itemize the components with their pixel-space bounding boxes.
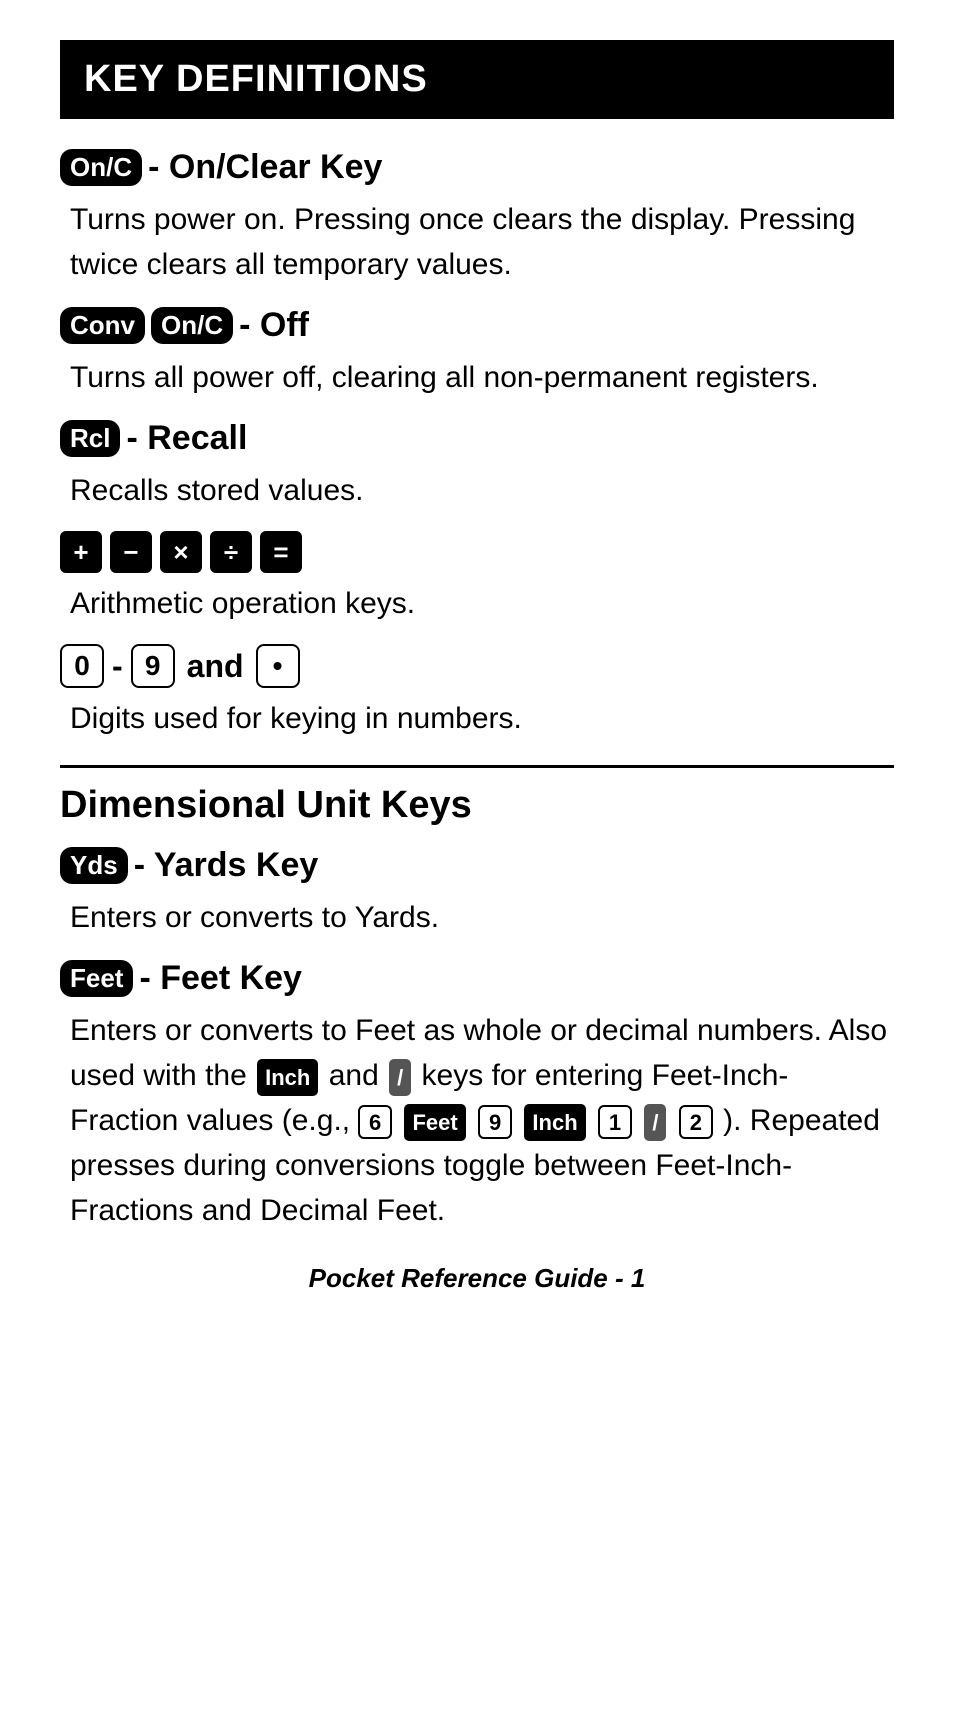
digits-desc: Digits used for keying in numbers. bbox=[70, 696, 894, 741]
yards-desc: Enters or converts to Yards. bbox=[70, 895, 894, 940]
feet-title: - Feet Key bbox=[139, 959, 302, 998]
digit-1-inline: 1 bbox=[598, 1105, 632, 1139]
page-title: KEY DEFINITIONS bbox=[84, 58, 870, 101]
arith-keys-row: + − × ÷ = bbox=[60, 531, 894, 573]
inch-inline-badge2: Inch bbox=[524, 1104, 585, 1141]
page-header: KEY DEFINITIONS bbox=[60, 40, 894, 119]
section-on-clear: On/C - On/Clear Key Turns power on. Pres… bbox=[60, 147, 894, 287]
and-text: and bbox=[187, 648, 244, 685]
times-key: × bbox=[160, 531, 202, 573]
section-dimensional-title: Dimensional Unit Keys bbox=[60, 784, 894, 827]
section-feet: Feet - Feet Key Enters or converts to Fe… bbox=[60, 958, 894, 1233]
on-clear-badge: On/C bbox=[60, 149, 142, 186]
section-digits: 0 - 9 and • Digits used for keying in nu… bbox=[60, 644, 894, 741]
off-title: - Off bbox=[239, 306, 309, 345]
digit-9-inline: 9 bbox=[478, 1105, 512, 1139]
minus-key: − bbox=[110, 531, 152, 573]
section-arith: + − × ÷ = Arithmetic operation keys. bbox=[60, 531, 894, 626]
plus-key: + bbox=[60, 531, 102, 573]
arith-desc: Arithmetic operation keys. bbox=[70, 581, 894, 626]
equals-key: = bbox=[260, 531, 302, 573]
on-clear-desc: Turns power on. Pressing once clears the… bbox=[70, 197, 894, 287]
feet-badge: Feet bbox=[60, 960, 133, 997]
section-divider bbox=[60, 765, 894, 768]
slash-inline-badge: / bbox=[389, 1059, 411, 1096]
rcl-badge: Rcl bbox=[60, 420, 120, 457]
footer: Pocket Reference Guide - 1 bbox=[60, 1263, 894, 1294]
off-label: Conv On/C - Off bbox=[60, 306, 309, 345]
recall-label: Rcl - Recall bbox=[60, 419, 247, 458]
digit-2-inline: 2 bbox=[679, 1105, 713, 1139]
footer-text: Pocket Reference Guide - 1 bbox=[309, 1263, 646, 1293]
yds-badge: Yds bbox=[60, 847, 128, 884]
conv-badge: Conv bbox=[60, 307, 145, 344]
digit-dash: - bbox=[112, 648, 123, 685]
onc-badge-off: On/C bbox=[151, 307, 233, 344]
page: KEY DEFINITIONS On/C - On/Clear Key Turn… bbox=[0, 0, 954, 1334]
feet-desc: Enters or converts to Feet as whole or d… bbox=[70, 1008, 894, 1233]
recall-title: - Recall bbox=[126, 419, 247, 458]
digit-9-key: 9 bbox=[131, 644, 175, 688]
yards-label: Yds - Yards Key bbox=[60, 846, 318, 885]
inch-inline-badge: Inch bbox=[257, 1059, 318, 1096]
feet-inline-badge: Feet bbox=[404, 1104, 465, 1141]
section-off: Conv On/C - Off Turns all power off, cle… bbox=[60, 305, 894, 400]
divide-key: ÷ bbox=[210, 531, 252, 573]
off-desc: Turns all power off, clearing all non-pe… bbox=[70, 355, 894, 400]
digit-keys-row: 0 - 9 and • bbox=[60, 644, 894, 688]
recall-desc: Recalls stored values. bbox=[70, 468, 894, 513]
dimensional-title: Dimensional Unit Keys bbox=[60, 784, 894, 827]
section-yards: Yds - Yards Key Enters or converts to Ya… bbox=[60, 845, 894, 940]
slash-inline-badge2: / bbox=[644, 1104, 666, 1141]
yards-title: - Yards Key bbox=[134, 846, 319, 885]
digit-0-key: 0 bbox=[60, 644, 104, 688]
section-recall: Rcl - Recall Recalls stored values. bbox=[60, 418, 894, 513]
feet-label: Feet - Feet Key bbox=[60, 959, 302, 998]
digit-6-inline: 6 bbox=[358, 1105, 392, 1139]
on-clear-label: On/C - On/Clear Key bbox=[60, 148, 382, 187]
on-clear-title: - On/Clear Key bbox=[148, 148, 382, 187]
decimal-key: • bbox=[256, 644, 300, 688]
